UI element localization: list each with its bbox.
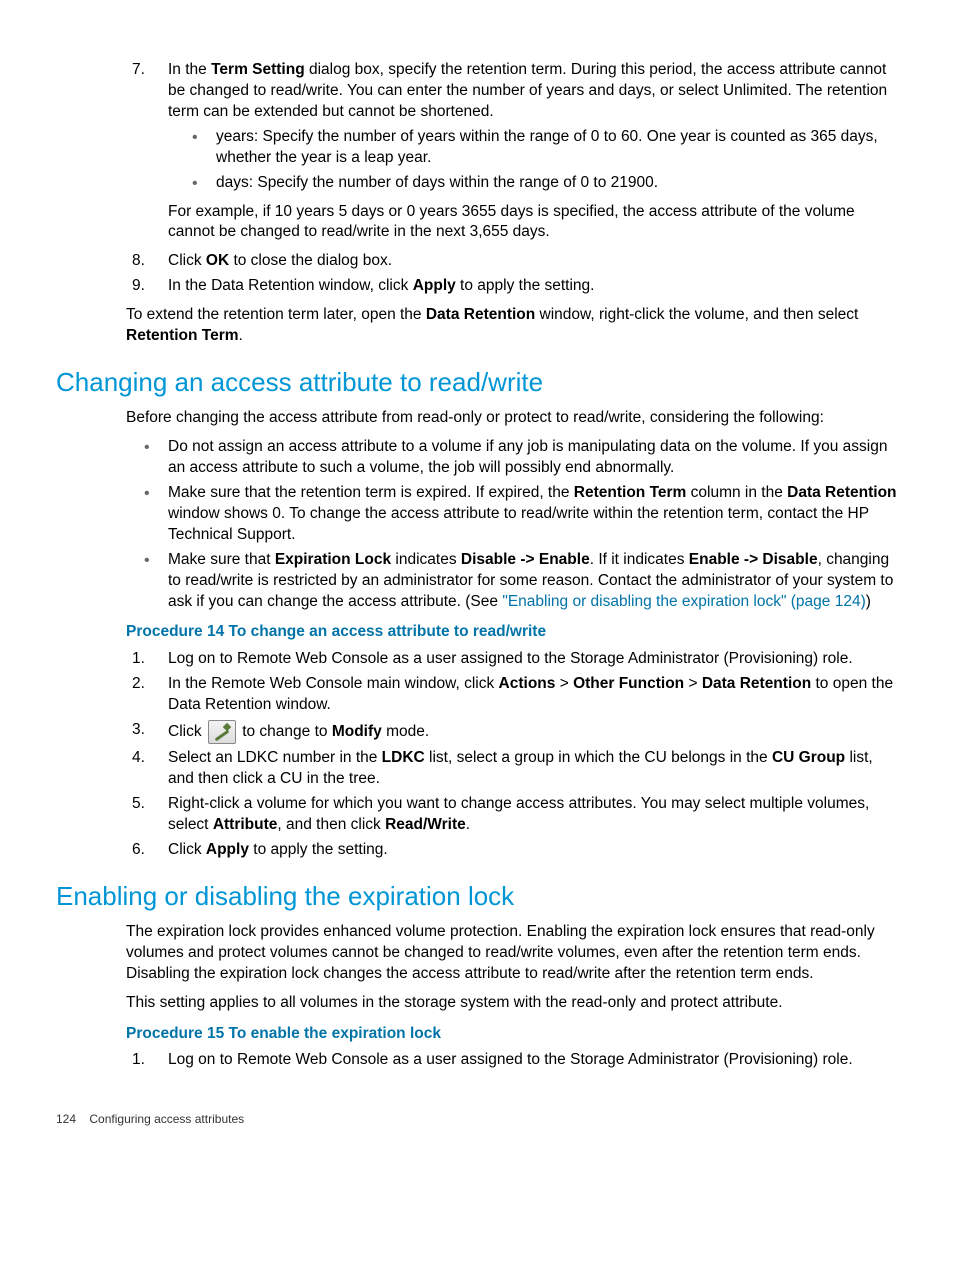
bullet-expiration-lock: Make sure that Expiration Lock indicates… (126, 550, 898, 613)
p14-step-6: Click Apply to apply the setting. (126, 840, 898, 861)
enabling-p2: This setting applies to all volumes in t… (126, 993, 898, 1014)
cu-group-bold: CU Group (772, 749, 845, 766)
text: Click (168, 252, 206, 269)
apply-bold: Apply (413, 277, 456, 294)
text: mode. (382, 723, 429, 740)
link-enabling-expiration-lock[interactable]: "Enabling or disabling the expiration lo… (502, 593, 865, 610)
modify-bold: Modify (332, 723, 382, 740)
step-7-example: For example, if 10 years 5 days or 0 yea… (168, 202, 898, 244)
ok-bold: OK (206, 252, 229, 269)
procedure-14-steps: Log on to Remote Web Console as a user a… (126, 649, 898, 860)
text: . If it indicates (590, 551, 689, 568)
text: window, right-click the volume, and then… (535, 306, 858, 323)
text: Select an LDKC number in the (168, 749, 382, 766)
step-7-sublist: years: Specify the number of years withi… (168, 127, 898, 194)
p14-step-5: Right-click a volume for which you want … (126, 794, 898, 836)
modify-pencil-icon (208, 720, 236, 744)
bullet-days: days: Specify the number of days within … (168, 173, 898, 194)
text: To extend the retention term later, open… (126, 306, 426, 323)
text: to apply the setting. (249, 841, 388, 858)
bullet-no-assign: Do not assign an access attribute to a v… (126, 437, 898, 479)
enable-disable-bold: Enable -> Disable (689, 551, 818, 568)
expiration-lock-bold: Expiration Lock (275, 551, 391, 568)
heading-enabling-expiration-lock: Enabling or disabling the expiration loc… (56, 879, 898, 914)
data-retention-bold: Data Retention (787, 484, 896, 501)
text: indicates (391, 551, 461, 568)
ldkc-bold: LDKC (382, 749, 425, 766)
bullet-retention-expired: Make sure that the retention term is exp… (126, 483, 898, 546)
text: . (466, 816, 470, 833)
changing-bullets: Do not assign an access attribute to a v… (126, 437, 898, 612)
extend-term-para: To extend the retention term later, open… (126, 305, 898, 347)
procedure-14-title: Procedure 14 To change an access attribu… (126, 622, 898, 643)
text: to apply the setting. (456, 277, 595, 294)
apply-bold: Apply (206, 841, 249, 858)
p14-step-4: Select an LDKC number in the LDKC list, … (126, 748, 898, 790)
disable-enable-bold: Disable -> Enable (461, 551, 590, 568)
steps-list-top: In the Term Setting dialog box, specify … (126, 60, 898, 297)
page-body: In the Term Setting dialog box, specify … (126, 60, 898, 347)
text: . (239, 327, 243, 344)
text: > (684, 675, 702, 692)
text: , and then click (277, 816, 385, 833)
text: to close the dialog box. (229, 252, 392, 269)
attribute-bold: Attribute (213, 816, 278, 833)
enabling-p1: The expiration lock provides enhanced vo… (126, 922, 898, 985)
p14-step-3: Click to change to Modify mode. (126, 720, 898, 744)
changing-intro: Before changing the access attribute fro… (126, 408, 898, 429)
text: ) (866, 593, 871, 610)
actions-bold: Actions (499, 675, 556, 692)
text: In the Remote Web Console main window, c… (168, 675, 499, 692)
retention-term-bold: Retention Term (126, 327, 239, 344)
text: window shows 0. To change the access att… (168, 505, 869, 543)
text: > (555, 675, 573, 692)
text: In the (168, 61, 211, 78)
p14-step-2: In the Remote Web Console main window, c… (126, 674, 898, 716)
footer-section-title: Configuring access attributes (89, 1112, 244, 1126)
read-write-bold: Read/Write (385, 816, 466, 833)
text: to change to (238, 723, 332, 740)
term-setting-bold: Term Setting (211, 61, 305, 78)
retention-term-bold: Retention Term (574, 484, 687, 501)
data-retention-bold: Data Retention (702, 675, 811, 692)
step-7: In the Term Setting dialog box, specify … (126, 60, 898, 243)
other-function-bold: Other Function (573, 675, 684, 692)
procedure-15-steps: Log on to Remote Web Console as a user a… (126, 1050, 898, 1071)
text: Click (168, 841, 206, 858)
page-footer: 124 Configuring access attributes (56, 1111, 898, 1127)
step-8: Click OK to close the dialog box. (126, 251, 898, 272)
text: list, select a group in which the CU bel… (425, 749, 772, 766)
text: In the Data Retention window, click (168, 277, 413, 294)
procedure-15-title: Procedure 15 To enable the expiration lo… (126, 1024, 898, 1045)
changing-section: Before changing the access attribute fro… (126, 408, 898, 861)
p15-step-1: Log on to Remote Web Console as a user a… (126, 1050, 898, 1071)
page-number: 124 (56, 1111, 76, 1127)
data-retention-bold: Data Retention (426, 306, 535, 323)
text: Click (168, 723, 206, 740)
enabling-section: The expiration lock provides enhanced vo… (126, 922, 898, 1072)
step-9: In the Data Retention window, click Appl… (126, 276, 898, 297)
heading-changing-access: Changing an access attribute to read/wri… (56, 365, 898, 400)
text: column in the (686, 484, 787, 501)
text: Make sure that the retention term is exp… (168, 484, 574, 501)
bullet-years: years: Specify the number of years withi… (168, 127, 898, 169)
text: Make sure that (168, 551, 275, 568)
p14-step-1: Log on to Remote Web Console as a user a… (126, 649, 898, 670)
